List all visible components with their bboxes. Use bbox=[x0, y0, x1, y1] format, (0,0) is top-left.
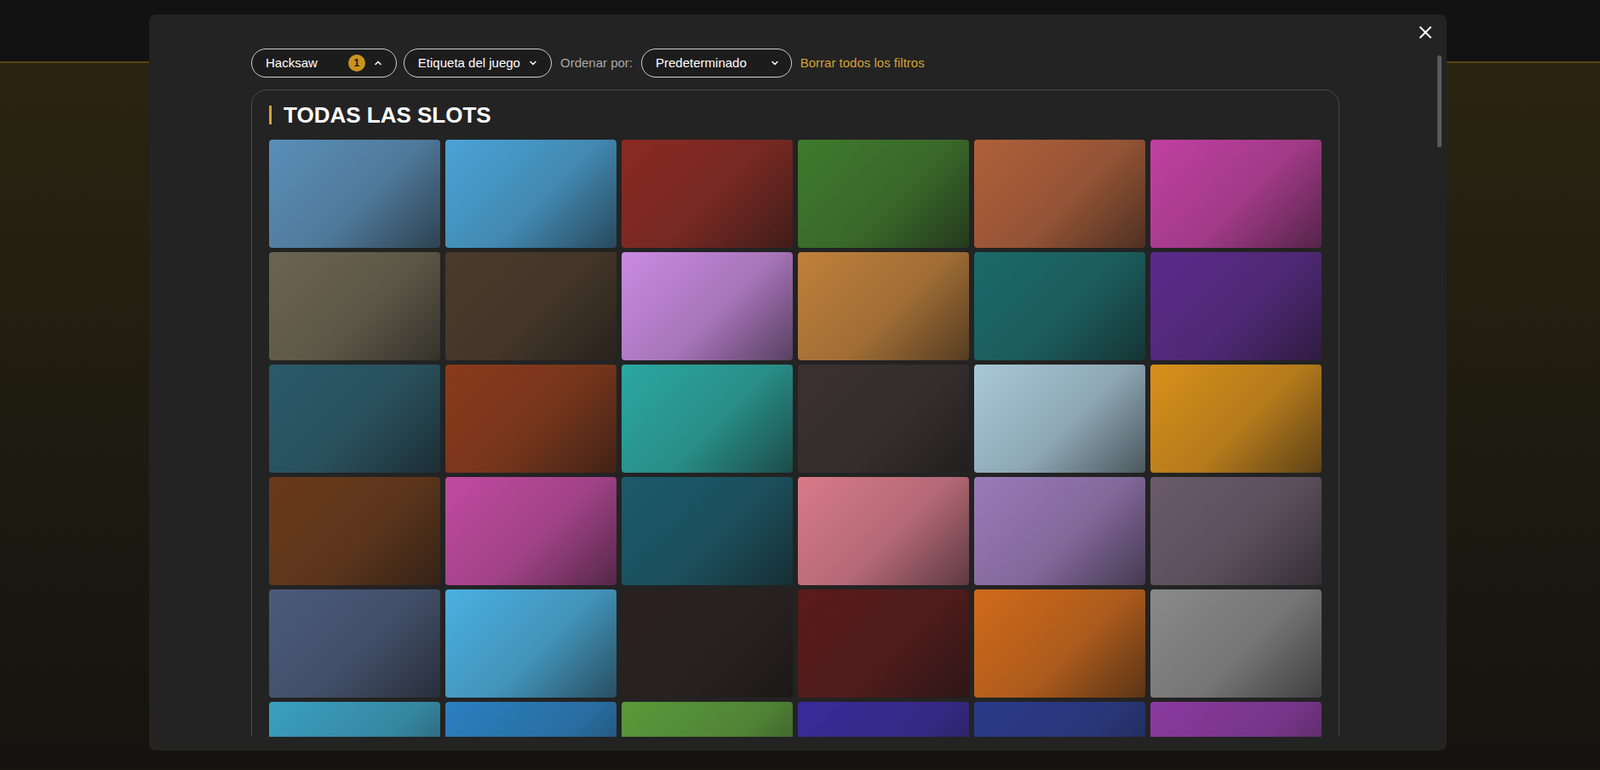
game-tile[interactable] bbox=[269, 364, 441, 473]
clear-filters-link[interactable]: Borrar todos los filtros bbox=[800, 53, 925, 74]
section-title: TODAS LAS SLOTS bbox=[283, 103, 492, 127]
game-tile[interactable] bbox=[974, 252, 1146, 361]
sort-value: Predeterminado bbox=[655, 53, 747, 74]
game-tile[interactable] bbox=[797, 252, 970, 361]
game-tile[interactable] bbox=[974, 139, 1146, 248]
game-tile[interactable] bbox=[621, 364, 793, 473]
scrollbar[interactable] bbox=[1437, 55, 1442, 148]
game-tile[interactable] bbox=[445, 701, 617, 737]
game-tile[interactable] bbox=[621, 589, 793, 698]
sort-dropdown[interactable]: Predeterminado bbox=[641, 48, 792, 78]
game-tile[interactable] bbox=[445, 476, 617, 585]
game-tile[interactable] bbox=[445, 139, 617, 248]
game-tile[interactable] bbox=[797, 139, 970, 248]
game-tile[interactable] bbox=[269, 476, 441, 585]
filter-row: Hacksaw 1 Etiqueta del juego Ordenar por: Pr… bbox=[251, 48, 1345, 78]
game-tile[interactable] bbox=[1150, 252, 1322, 361]
game-tile[interactable] bbox=[1150, 589, 1322, 698]
title-accent bbox=[269, 105, 272, 125]
game-tile[interactable] bbox=[445, 589, 617, 698]
game-tile[interactable] bbox=[974, 476, 1146, 585]
slots-panel: TODAS LAS SLOTS bbox=[251, 89, 1340, 737]
game-tile[interactable] bbox=[269, 252, 441, 361]
game-tile[interactable] bbox=[974, 589, 1146, 698]
chevron-up-icon bbox=[373, 58, 383, 68]
game-tile[interactable] bbox=[974, 364, 1146, 473]
game-tile[interactable] bbox=[1150, 139, 1322, 248]
close-icon[interactable] bbox=[1416, 22, 1435, 42]
game-tile[interactable] bbox=[445, 252, 617, 361]
game-tile[interactable] bbox=[269, 139, 441, 248]
filter-modal: Hacksaw 1 Etiqueta del juego Ordenar por: Pr… bbox=[149, 14, 1447, 751]
game-tile[interactable] bbox=[445, 364, 617, 473]
game-tile[interactable] bbox=[621, 139, 793, 248]
filter-count-badge: 1 bbox=[348, 54, 366, 72]
filter-dropdown[interactable]: Hacksaw 1 bbox=[251, 48, 397, 78]
game-tile[interactable] bbox=[621, 476, 793, 585]
filter-label: Etiqueta del juego bbox=[418, 53, 521, 74]
filter-dropdown[interactable]: Etiqueta del juego bbox=[403, 48, 552, 78]
filter-label: Hacksaw bbox=[265, 53, 318, 74]
game-tile[interactable] bbox=[797, 476, 970, 585]
chevron-down-icon bbox=[770, 58, 780, 68]
game-tile[interactable] bbox=[269, 701, 441, 737]
game-tile[interactable] bbox=[1150, 701, 1322, 737]
game-tile[interactable] bbox=[797, 701, 970, 737]
game-tile[interactable] bbox=[797, 364, 970, 473]
game-tile[interactable] bbox=[1150, 476, 1322, 585]
game-tile[interactable] bbox=[974, 701, 1146, 737]
slots-grid bbox=[269, 139, 1322, 737]
game-tile[interactable] bbox=[797, 589, 970, 698]
chevron-down-icon bbox=[528, 58, 538, 68]
game-tile[interactable] bbox=[621, 701, 793, 737]
game-tile[interactable] bbox=[621, 252, 793, 361]
game-tile[interactable] bbox=[1150, 364, 1322, 473]
sort-label: Ordenar por: bbox=[560, 53, 633, 74]
game-tile[interactable] bbox=[269, 589, 441, 698]
